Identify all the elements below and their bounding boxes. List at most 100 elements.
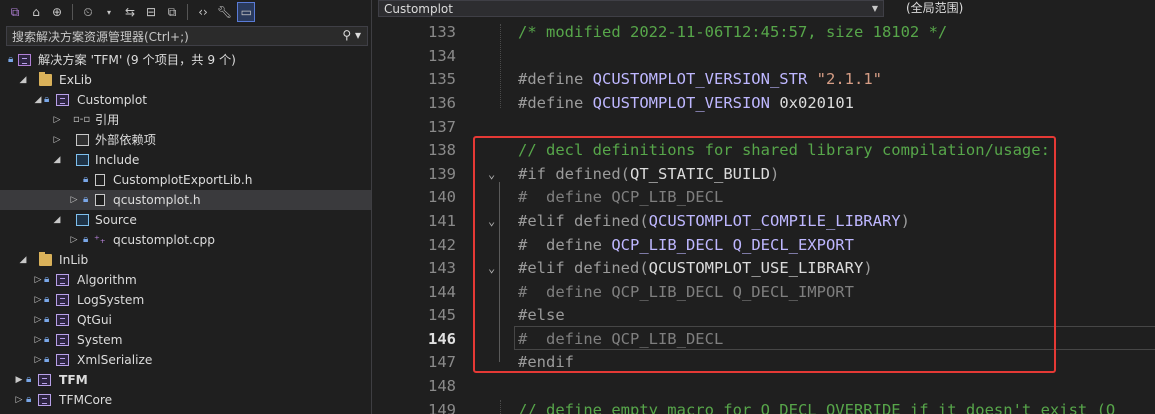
collapsed-arrow-icon[interactable]: ▷ — [33, 270, 43, 290]
tree-item-logsystem[interactable]: ▷ 🔒︎ LogSystem — [0, 290, 371, 310]
tree-item-references[interactable]: ▷ ▫-▫ 引用 — [0, 110, 371, 130]
show-all-files-icon[interactable]: ⧉ — [163, 2, 181, 22]
tree-item-system[interactable]: ▷ 🔒︎ System — [0, 330, 371, 350]
expand-arrow-icon[interactable]: ◢ — [18, 70, 28, 90]
project-dropdown-label: Customplot — [384, 2, 453, 16]
solution-tree: 🔒︎ 解决方案 'TFM' (9 个项目，共 9 个) ◢ ExLib ◢ 🔒︎… — [0, 50, 371, 410]
chevron-down-icon[interactable]: ▾ — [100, 2, 118, 22]
sync-icon[interactable]: ⇆ — [121, 2, 139, 22]
tree-item-inlib[interactable]: ◢ InLib — [0, 250, 371, 270]
line-number: 134 — [428, 47, 456, 65]
lock-icon: 🔒︎ — [83, 234, 89, 245]
tree-item-external-deps[interactable]: ▷ 外部依赖项 — [0, 130, 371, 150]
tree-item-file-exportlib-h[interactable]: 🔒︎ CustomplotExportLib.h — [0, 170, 371, 190]
expand-arrow-icon[interactable]: ◢ — [18, 250, 28, 270]
tree-item-source[interactable]: ◢ Source — [0, 210, 371, 230]
lock-icon: 🔒︎ — [44, 354, 50, 365]
collapsed-arrow-icon[interactable]: ▷ — [52, 130, 62, 150]
history-icon[interactable]: ⏲ — [79, 2, 97, 22]
line-number: 139 — [428, 165, 456, 183]
tree-item-label: qcustomplot.h — [113, 193, 201, 207]
line-number: 148 — [428, 377, 456, 395]
tree-item-include[interactable]: ◢ Include — [0, 150, 371, 170]
expand-arrow-icon[interactable]: ◢ — [33, 90, 43, 110]
cpp-file-icon: ⁺₊ — [94, 233, 106, 246]
collapsed-arrow-icon[interactable]: ▷ — [69, 230, 79, 250]
expand-arrow-icon[interactable]: ◢ — [52, 210, 62, 230]
solution-explorer: ⧉ ⌂ ⊕ ⏲ ▾ ⇆ ⊟ ⧉ ‹› 🔧︎ ▭ 搜索解决方案资源管理器(Ctrl… — [0, 0, 372, 414]
project-dropdown[interactable]: Customplot ▼ — [378, 0, 884, 17]
collapsed-arrow-icon[interactable]: ▷ — [33, 350, 43, 370]
code-view-icon[interactable]: ‹› — [194, 2, 212, 22]
tree-item-tfmcore[interactable]: ▷ 🔒︎ TFMCore — [0, 390, 371, 410]
explorer-toolbar: ⧉ ⌂ ⊕ ⏲ ▾ ⇆ ⊟ ⧉ ‹› 🔧︎ ▭ — [0, 0, 371, 24]
code-line-149: // define empty macro for Q_DECL_OVERRID… — [518, 401, 1116, 414]
tree-item-file-qcustomplot-cpp[interactable]: ▷ 🔒︎ ⁺₊ qcustomplot.cpp — [0, 230, 371, 250]
code-area[interactable]: 133 134 135 136 137 138 139 140 141 142 … — [378, 20, 1155, 414]
search-icon[interactable]: ⚲ ▾ — [342, 28, 361, 42]
tree-item-algorithm[interactable]: ▷ 🔒︎ Algorithm — [0, 270, 371, 290]
indent-guide — [500, 400, 501, 414]
properties-wrench-icon[interactable]: 🔧︎ — [215, 2, 234, 22]
collapsed-arrow-icon[interactable]: ▷ — [52, 110, 62, 130]
collapsed-arrow-icon[interactable]: ▷ — [14, 390, 24, 410]
navigation-bar: Customplot ▼ (全局范围) — [378, 0, 1155, 17]
tree-item-file-qcustomplot-h[interactable]: ▷ 🔒︎ qcustomplot.h — [0, 190, 371, 210]
project-icon — [56, 354, 69, 366]
collapsed-arrow-icon[interactable]: ▷ — [33, 290, 43, 310]
code-line-136: #define QCUSTOMPLOT_VERSION 0x020101 — [518, 91, 854, 115]
tree-item-label: Customplot — [77, 93, 148, 107]
line-number: 143 — [428, 259, 456, 277]
lock-icon: 🔒︎ — [44, 274, 50, 285]
explorer-search-input[interactable]: 搜索解决方案资源管理器(Ctrl+;) ⚲ ▾ — [6, 26, 368, 46]
lock-icon: 🔒︎ — [44, 94, 50, 105]
project-icon — [56, 274, 69, 286]
chevron-down-icon: ▼ — [871, 4, 878, 13]
tree-item-label: CustomplotExportLib.h — [113, 173, 253, 187]
directive-token: #define — [518, 94, 584, 112]
home-icon[interactable]: ⌂ — [27, 2, 45, 22]
code-line-135: #define QCUSTOMPLOT_VERSION_STR "2.1.1" — [518, 67, 882, 91]
line-number: 137 — [428, 118, 456, 136]
collapse-all-icon[interactable]: ⊟ — [142, 2, 160, 22]
tree-item-solution[interactable]: 🔒︎ 解决方案 'TFM' (9 个项目，共 9 个) — [0, 50, 371, 70]
tree-item-qtgui[interactable]: ▷ 🔒︎ QtGui — [0, 310, 371, 330]
lock-icon: 🔒︎ — [44, 294, 50, 305]
external-dependencies-icon — [76, 134, 89, 146]
highlight-annotation-box — [473, 136, 1056, 373]
tree-item-label: Algorithm — [77, 273, 137, 287]
toolbar-divider — [72, 4, 73, 20]
project-icon — [56, 314, 69, 326]
preview-selected-icon[interactable]: ▭ — [237, 2, 256, 22]
collapsed-arrow-icon[interactable]: ▷ — [69, 190, 79, 210]
line-number: 142 — [428, 236, 456, 254]
scope-dropdown-label: (全局范围) — [906, 1, 964, 15]
tree-item-label: QtGui — [77, 313, 112, 327]
globe-icon[interactable]: ⊕ — [48, 2, 66, 22]
number-token: 0x020101 — [779, 94, 854, 112]
collapsed-arrow-icon[interactable]: ▷ — [33, 310, 43, 330]
collapsed-arrow-icon[interactable]: ▷ — [33, 330, 43, 350]
vs-icon[interactable]: ⧉ — [6, 2, 24, 22]
scope-dropdown[interactable]: (全局范围) — [884, 0, 1155, 17]
tree-item-customplot[interactable]: ◢ 🔒︎ Customplot — [0, 90, 371, 110]
tree-item-tfm[interactable]: ▶ 🔒︎ TFM — [0, 370, 371, 390]
tree-item-xmlserialize[interactable]: ▷ 🔒︎ XmlSerialize — [0, 350, 371, 370]
lock-icon: 🔒︎ — [26, 394, 32, 405]
lock-icon: 🔒︎ — [26, 374, 32, 385]
tree-item-label: 解决方案 'TFM' (9 个项目，共 9 个) — [38, 53, 236, 67]
expand-arrow-icon[interactable]: ◢ — [52, 150, 62, 170]
tree-item-label: InLib — [59, 253, 89, 267]
solution-icon — [18, 54, 31, 66]
line-number: 133 — [428, 23, 456, 41]
tree-item-label: XmlSerialize — [77, 353, 153, 367]
toolbar-divider — [187, 4, 188, 20]
tree-item-label: LogSystem — [77, 293, 145, 307]
project-icon — [56, 94, 69, 106]
line-number-current: 146 — [428, 330, 456, 348]
header-file-icon — [95, 174, 105, 186]
tree-item-exlib[interactable]: ◢ ExLib — [0, 70, 371, 90]
line-number: 141 — [428, 212, 456, 230]
collapsed-arrow-icon[interactable]: ▶ — [14, 370, 24, 390]
macro-token: QCUSTOMPLOT_VERSION — [592, 94, 770, 112]
